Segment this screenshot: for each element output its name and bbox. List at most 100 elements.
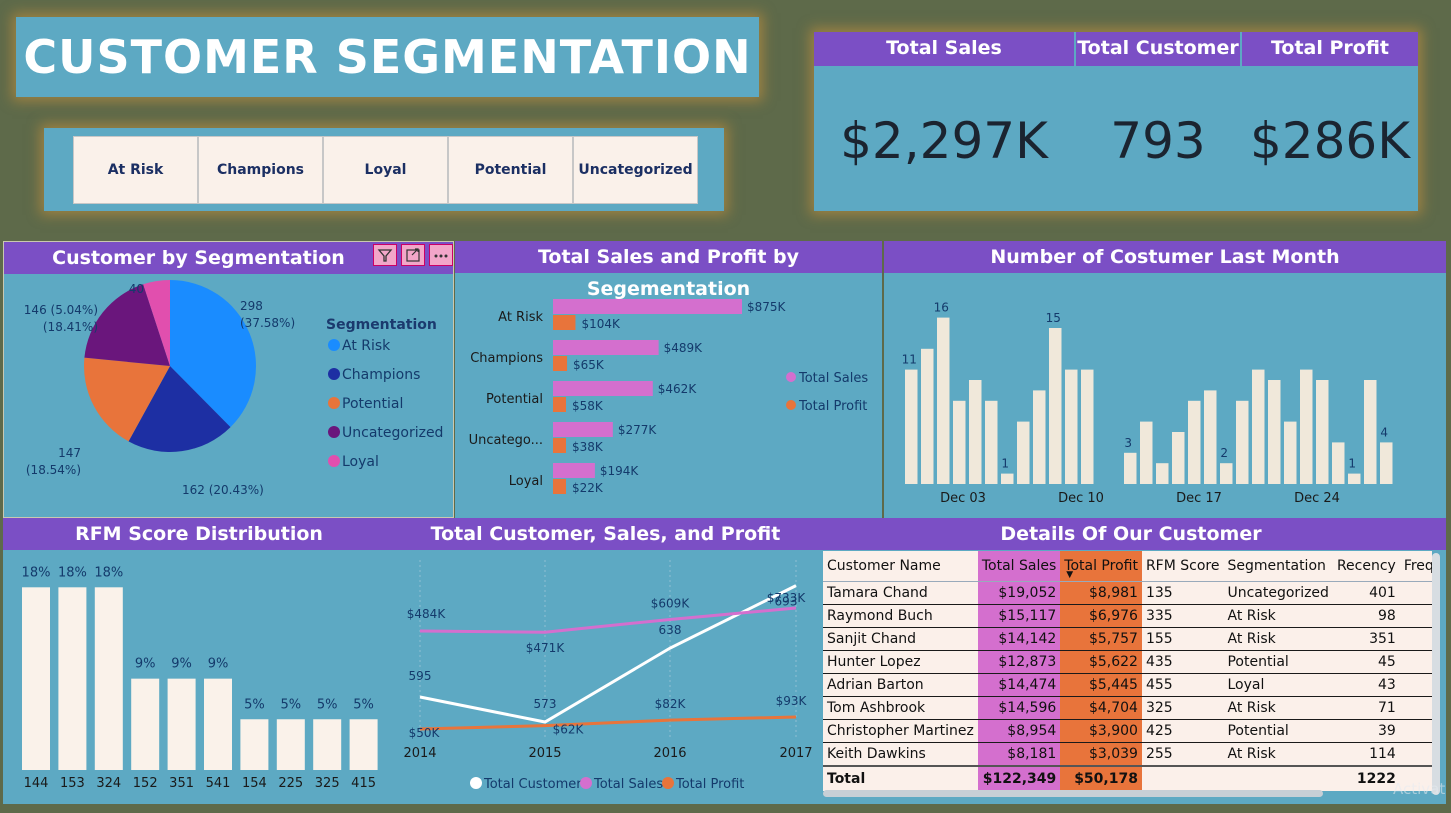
- hbar-sales-bar[interactable]: [553, 381, 653, 396]
- last-month-bar[interactable]: [1001, 473, 1014, 484]
- last-month-bar[interactable]: [953, 400, 966, 484]
- trend-data-label: $50K: [409, 726, 441, 740]
- table-row[interactable]: Hunter Lopez $12,873 $5,622 435 Potential 45: [823, 650, 1432, 674]
- hbar-sales-bar[interactable]: [553, 340, 659, 355]
- hbar-profit-bar[interactable]: [553, 479, 566, 494]
- table-vertical-scrollbar[interactable]: [1432, 553, 1440, 795]
- rfm-bar[interactable]: [313, 719, 342, 770]
- rfm-bar[interactable]: [240, 719, 269, 770]
- last-month-bar[interactable]: [1380, 442, 1393, 484]
- pie-legend-item[interactable]: Potential: [342, 396, 403, 412]
- pie-legend-item[interactable]: Champions: [342, 367, 420, 383]
- hbar-profit-bar[interactable]: [553, 356, 568, 371]
- pie-legend-item[interactable]: Uncategorized: [342, 425, 443, 441]
- table-horizontal-scrollbar[interactable]: [823, 790, 1323, 797]
- hbar-profit-label: $65K: [573, 358, 605, 372]
- table-row[interactable]: Keith Dawkins $8,181 $3,039 255 At Risk 114: [823, 742, 1432, 767]
- last-month-bar[interactable]: [1316, 380, 1329, 484]
- last-month-bar[interactable]: [921, 348, 934, 484]
- slicer-champions-button[interactable]: Champions: [198, 136, 323, 204]
- hbar-profit-bar[interactable]: [553, 438, 566, 453]
- table-row[interactable]: Sanjit Chand $14,142 $5,757 155 At Risk 351: [823, 627, 1432, 651]
- last-month-bar[interactable]: [1236, 400, 1249, 484]
- hbar-sales-bar[interactable]: [553, 299, 742, 314]
- hbar-sales-bar[interactable]: [553, 422, 613, 437]
- total-profit: $50,178: [1060, 765, 1142, 791]
- kpi-total-profit-label: Total Profit: [1242, 32, 1418, 66]
- last-month-bar[interactable]: [985, 400, 998, 484]
- trend-legend-item[interactable]: Total Customer: [483, 777, 582, 792]
- last-month-bar[interactable]: [1017, 421, 1030, 484]
- rfm-bar[interactable]: [349, 719, 378, 770]
- rfm-bar[interactable]: [276, 719, 305, 770]
- pie-card[interactable]: Customer by Segmentation 298 (37.58%) 162 …: [3, 241, 454, 518]
- col-rfm-score[interactable]: RFM Score: [1141, 551, 1224, 582]
- hbar-profit-bar[interactable]: [553, 397, 566, 412]
- hbar-sales-bar[interactable]: [553, 463, 595, 478]
- slicer-uncategorized-button[interactable]: Uncategorized: [573, 136, 698, 204]
- last-month-bar[interactable]: [1124, 452, 1137, 484]
- more-options-icon[interactable]: [429, 244, 453, 266]
- rfm-bar[interactable]: [167, 678, 196, 770]
- last-month-bar[interactable]: [1188, 400, 1201, 484]
- col-customer-name[interactable]: Customer Name: [823, 551, 978, 582]
- kpi-panel: Total Sales Total Customer Total Profit …: [814, 32, 1418, 211]
- last-month-bar[interactable]: [969, 380, 982, 484]
- pie-legend-item[interactable]: Loyal: [342, 454, 379, 470]
- focus-mode-icon[interactable]: [401, 244, 425, 266]
- last-month-bar[interactable]: [1081, 369, 1094, 484]
- table-row[interactable]: Raymond Buch $15,117 $6,976 335 At Risk 98: [823, 604, 1432, 628]
- trend-legend-item[interactable]: Total Sales: [593, 777, 663, 792]
- last-month-bar[interactable]: [1348, 473, 1361, 484]
- rfm-bar[interactable]: [94, 587, 123, 770]
- col-recency[interactable]: Recency: [1332, 551, 1400, 582]
- hbar-legend-item[interactable]: Total Sales: [798, 371, 868, 386]
- last-month-bar[interactable]: [1204, 390, 1217, 484]
- last-month-bar[interactable]: [937, 317, 950, 484]
- cell-segmentation: Uncategorized: [1223, 581, 1333, 605]
- hbar-legend-item[interactable]: Total Profit: [798, 399, 867, 414]
- dashboard-title: CUSTOMER SEGMENTATION: [23, 30, 752, 84]
- last-month-bar[interactable]: [1220, 463, 1233, 484]
- table-row[interactable]: Adrian Barton $14,474 $5,445 455 Loyal 43: [823, 673, 1432, 697]
- trend-line-total-customer[interactable]: [419, 584, 797, 724]
- col-segmentation[interactable]: Segmentation: [1223, 551, 1333, 582]
- last-month-bar[interactable]: [1140, 421, 1153, 484]
- pie-legend-item[interactable]: At Risk: [342, 338, 391, 354]
- last-month-bar[interactable]: [1172, 432, 1185, 484]
- table-row[interactable]: Tom Ashbrook $14,596 $4,704 325 At Risk 71: [823, 696, 1432, 720]
- last-month-bar[interactable]: [1364, 380, 1377, 484]
- trend-line-total-sales[interactable]: [419, 606, 797, 634]
- col-freq[interactable]: Freq: [1399, 551, 1432, 582]
- last-month-bar[interactable]: [1065, 369, 1078, 484]
- cell-rfm-score: 255: [1141, 742, 1224, 767]
- last-month-bar[interactable]: [1156, 463, 1169, 484]
- rfm-bar[interactable]: [58, 587, 87, 770]
- last-month-bar[interactable]: [1300, 369, 1313, 484]
- trend-data-label: $609K: [651, 596, 691, 610]
- col-total-sales[interactable]: Total Sales: [977, 551, 1061, 582]
- rfm-bar[interactable]: [204, 678, 232, 770]
- last-month-bar[interactable]: [1332, 442, 1345, 484]
- last-month-bar[interactable]: [905, 369, 918, 484]
- trend-legend-item[interactable]: Total Profit: [675, 777, 744, 792]
- slicer-potential-button[interactable]: Potential: [448, 136, 573, 204]
- slicer-loyal-button[interactable]: Loyal: [323, 136, 448, 204]
- rfm-distribution-chart: 18% 144 18% 153 18% 324 9% 152 9% 351 9% 541 5% 154 5%…: [22, 565, 378, 791]
- table-row[interactable]: Christopher Martinez $8,954 $3,900 425 Poten…: [823, 719, 1432, 743]
- last-month-bar[interactable]: [1033, 390, 1046, 484]
- col-total-profit[interactable]: Total Profit ▼: [1060, 551, 1142, 582]
- trend-line-total-profit[interactable]: [419, 715, 797, 731]
- last-month-bar[interactable]: [1049, 328, 1062, 484]
- legend-marker: [328, 368, 340, 380]
- hbar-profit-bar[interactable]: [553, 315, 576, 330]
- slicer-at-risk-button[interactable]: At Risk: [73, 136, 198, 204]
- rfm-bar[interactable]: [131, 678, 160, 770]
- last-month-bar[interactable]: [1268, 380, 1281, 484]
- rfm-bar[interactable]: [22, 587, 50, 770]
- filter-icon[interactable]: [373, 244, 397, 266]
- trend-data-label: $484K: [407, 607, 447, 621]
- table-row[interactable]: Tamara Chand $19,052 $8,981 135 Uncategorize…: [823, 581, 1432, 605]
- last-month-bar[interactable]: [1284, 421, 1297, 484]
- last-month-bar[interactable]: [1252, 369, 1265, 484]
